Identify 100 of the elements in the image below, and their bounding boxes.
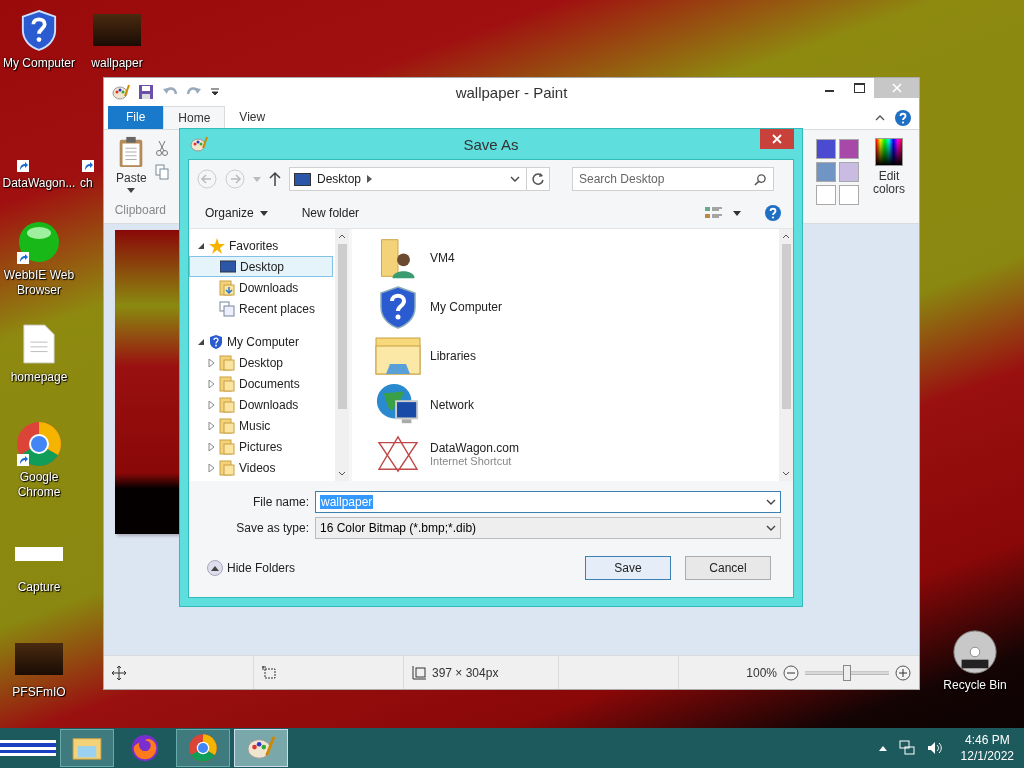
scroll-down-icon[interactable] xyxy=(338,471,346,476)
search-icon[interactable] xyxy=(754,173,767,186)
up-arrow-icon[interactable] xyxy=(269,171,281,187)
close-icon[interactable] xyxy=(772,134,782,144)
field-label: File name: xyxy=(251,495,309,509)
image-size-icon xyxy=(412,665,426,680)
scrollbar[interactable] xyxy=(779,229,793,481)
file-item[interactable]: My Computer xyxy=(374,282,779,331)
palette-icon[interactable] xyxy=(112,84,130,100)
scissors-icon[interactable] xyxy=(154,140,169,156)
tree-item[interactable]: Favorites xyxy=(229,238,279,253)
color-swatch[interactable] xyxy=(816,139,836,159)
disc-icon[interactable] xyxy=(951,628,999,676)
selection-icon xyxy=(262,665,276,680)
desktop-icon-label[interactable]: homepage xyxy=(10,370,68,385)
show-hidden-icons-icon[interactable] xyxy=(878,745,887,751)
tree-item[interactable]: Pictures xyxy=(189,436,333,457)
chrome-icon[interactable] xyxy=(176,729,230,767)
chrome-icon[interactable] xyxy=(15,420,63,468)
cancel-button[interactable]: Cancel xyxy=(685,556,771,580)
save-button[interactable]: Save xyxy=(585,556,671,580)
clock[interactable]: 4:46 PM 12/1/2022 xyxy=(960,732,1014,764)
color-swatch[interactable] xyxy=(839,185,859,205)
ribbon-tab[interactable]: View xyxy=(225,106,280,129)
tree-item[interactable]: Recent places xyxy=(189,298,333,319)
dialog-title: Save As xyxy=(463,135,519,153)
tree-item[interactable]: Downloads xyxy=(189,394,333,415)
window-title: wallpaper - Paint xyxy=(455,83,568,101)
view-options-icon[interactable] xyxy=(705,206,723,220)
desktop-icon-label[interactable]: PFSFmIO xyxy=(12,685,66,700)
expand-arrow-icon[interactable] xyxy=(197,337,205,346)
start-button[interactable] xyxy=(0,740,56,756)
search-field[interactable]: Search Desktop xyxy=(572,167,774,191)
field-label: Save as type: xyxy=(235,521,309,535)
desktop-icon-label[interactable]: DataWagon... xyxy=(2,176,76,191)
file-type-dropdown[interactable]: 16 Color Bitmap (*.bmp;*.dib) xyxy=(315,517,781,539)
desktop-icon-label[interactable]: WebbIE Web Browser xyxy=(0,268,78,298)
speaker-icon[interactable] xyxy=(926,740,943,756)
image-size-text: 397 × 304px xyxy=(432,665,499,680)
zoom-in-icon[interactable] xyxy=(895,664,911,681)
shield-icon xyxy=(209,333,223,350)
dropdown-icon[interactable] xyxy=(210,87,220,97)
recent-places-icon xyxy=(219,300,235,317)
help-icon[interactable] xyxy=(765,205,781,221)
scroll-down-icon[interactable] xyxy=(782,471,790,476)
edit-colors-button[interactable]: Edit colors xyxy=(867,138,911,196)
tree-item[interactable]: Music xyxy=(189,415,333,436)
scrollbar[interactable] xyxy=(335,229,349,481)
help-icon[interactable] xyxy=(895,109,911,126)
file-menu-tab[interactable]: File xyxy=(108,106,164,129)
tree-item[interactable]: Desktop xyxy=(189,256,333,277)
file-item[interactable]: DataWagon.com Internet Shortcut xyxy=(374,429,779,478)
scroll-up-icon[interactable] xyxy=(782,234,790,239)
desktop-icon-label[interactable]: My Computer xyxy=(3,56,75,71)
refresh-icon[interactable] xyxy=(531,172,545,186)
zoom-percent: 100% xyxy=(746,665,777,680)
ribbon-tab[interactable]: Home xyxy=(163,106,226,129)
monitor-icon xyxy=(220,259,236,274)
save-icon[interactable] xyxy=(138,84,154,100)
caret-icon[interactable] xyxy=(259,210,268,216)
close-button[interactable] xyxy=(760,129,794,149)
item-subtitle: Internet Shortcut xyxy=(430,454,512,467)
folder-icon xyxy=(219,459,235,476)
file-item[interactable]: VM4 xyxy=(374,233,779,282)
hide-folders-button[interactable]: Hide Folders xyxy=(201,559,302,577)
new-folder-button[interactable]: New folder xyxy=(295,203,366,223)
tree-item[interactable]: Desktop xyxy=(189,352,333,373)
palette-icon xyxy=(190,136,208,152)
folder-icon xyxy=(219,417,235,434)
address-bar[interactable]: Desktop xyxy=(289,167,527,191)
color-swatch[interactable] xyxy=(839,162,859,182)
tree-item[interactable]: My Computer xyxy=(227,334,300,349)
folder-icon xyxy=(219,354,235,371)
color-swatch[interactable] xyxy=(839,139,859,159)
caret-icon[interactable] xyxy=(733,210,741,216)
file-item[interactable]: Network xyxy=(374,380,779,429)
desktop-icon-label[interactable]: Capture xyxy=(17,580,61,595)
tree-item[interactable]: Videos xyxy=(189,457,333,478)
organize-button[interactable]: Organize xyxy=(199,203,274,223)
expand-arrow-icon[interactable] xyxy=(197,241,205,250)
tree-item[interactable]: Downloads xyxy=(189,277,333,298)
desktop-icon-label[interactable]: Google Chrome xyxy=(0,470,78,500)
color-swatch[interactable] xyxy=(816,162,836,182)
chevron-up-icon[interactable] xyxy=(207,560,223,576)
desktop-icon-label[interactable]: ch xyxy=(80,176,93,191)
color-swatch[interactable] xyxy=(816,185,836,205)
caret-icon[interactable] xyxy=(127,188,136,193)
desktop-icon-label[interactable]: Recycle Bin xyxy=(943,678,1007,693)
folder-icon xyxy=(219,438,235,455)
tree-item[interactable]: Documents xyxy=(189,373,333,394)
folder-icon xyxy=(219,279,235,296)
desktop-icon-label[interactable]: wallpaper xyxy=(91,56,143,71)
scroll-up-icon[interactable] xyxy=(338,234,346,239)
file-item[interactable]: Libraries xyxy=(374,331,779,380)
network-icon[interactable] xyxy=(898,740,915,756)
refresh-button[interactable] xyxy=(526,167,550,191)
group-label: Clipboard xyxy=(114,203,167,219)
zoom-out-icon[interactable] xyxy=(783,664,799,681)
chevron-right-icon[interactable] xyxy=(367,175,373,183)
paste-button[interactable]: Paste xyxy=(112,134,151,203)
